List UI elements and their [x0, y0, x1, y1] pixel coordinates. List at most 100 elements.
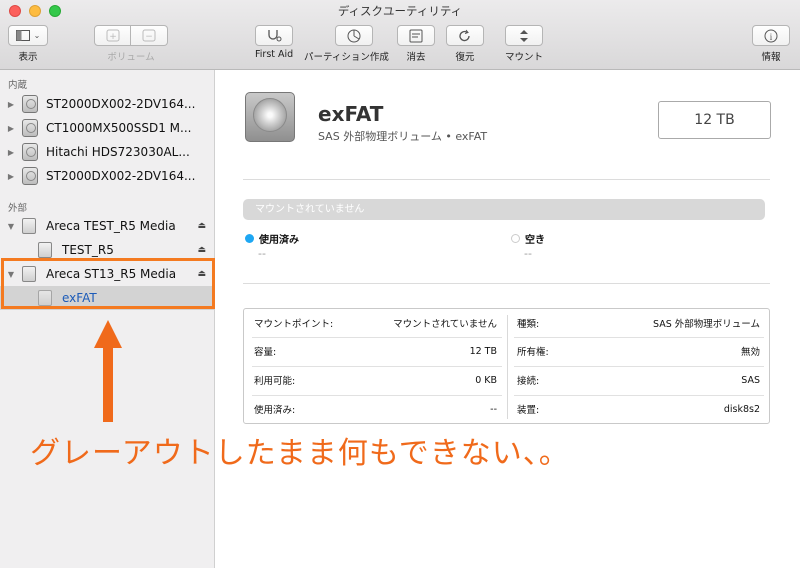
disk-label: Hitachi HDS723030AL... — [46, 145, 190, 159]
info-row-connection: 接続: SAS — [507, 366, 770, 394]
info-key: 所有権: — [517, 347, 549, 358]
internal-section-header: 内蔵 — [8, 80, 28, 91]
used-legend: 使用済み — [245, 231, 299, 246]
restore-button[interactable]: 復元 — [446, 25, 484, 63]
info-row-ownership: 所有権: 無効 — [507, 337, 770, 365]
eject-icon[interactable]: ⏏ — [197, 245, 206, 255]
disk-utility-window: ディスクユーティリティ ⌄ 表示 + − ボリューム First Aid パーテ… — [0, 0, 800, 568]
disk-label: ST2000DX002-2DV164... — [46, 97, 196, 111]
used-value: -- — [258, 247, 266, 260]
info-row-device: 装置: disk8s2 — [507, 395, 770, 423]
info-table: マウントポイント: マウントされていません 容量: 12 TB 利用可能: 0 … — [243, 308, 770, 424]
disclosure-triangle-icon[interactable]: ▶ — [0, 148, 22, 157]
hard-drive-icon — [245, 92, 295, 142]
erase-label: 消去 — [406, 52, 426, 63]
disclosure-triangle-icon[interactable]: ▶ — [0, 100, 22, 109]
stethoscope-icon — [268, 29, 282, 41]
disk-label: Areca TEST_R5 Media — [46, 219, 176, 233]
info-row-used: 使用済み: -- — [244, 395, 507, 423]
mount-button[interactable]: マウント — [505, 25, 543, 63]
eject-icon[interactable]: ⏏ — [197, 221, 206, 231]
sidebar-item-disk[interactable]: ▶ ST2000DX002-2DV164... — [0, 92, 214, 116]
view-button[interactable]: ⌄ 表示 — [8, 25, 48, 63]
disk-label: CT1000MX500SSD1 M... — [46, 121, 192, 135]
external-disk-icon — [22, 218, 36, 234]
info-icon: i — [764, 29, 778, 42]
add-volume-button[interactable]: + — [94, 25, 131, 46]
remove-volume-icon: − — [142, 29, 156, 42]
sidebar-item-disk[interactable]: ▶ CT1000MX500SSD1 M... — [0, 116, 214, 140]
window-title: ディスクユーティリティ — [337, 4, 463, 18]
info-row-mount-point: マウントポイント: マウントされていません — [244, 309, 507, 337]
used-color-swatch — [245, 234, 254, 243]
internal-disk-icon — [22, 95, 38, 113]
annotation-text: グレーアウトしたまま何もできない、。 — [30, 436, 570, 471]
capacity-badge: 12 TB — [658, 101, 771, 139]
info-value: 12 TB — [469, 345, 497, 357]
sidebar-icon — [15, 30, 30, 41]
info-value: SAS 外部物理ボリューム — [653, 319, 760, 330]
svg-text:−: − — [145, 32, 153, 42]
disclosure-triangle-icon[interactable]: ▼ — [0, 222, 22, 231]
info-key: 容量: — [254, 347, 277, 358]
partition-button[interactable]: パーティション作成 — [304, 25, 389, 63]
info-key: 接続: — [517, 376, 540, 387]
info-key: 使用済み: — [254, 405, 296, 416]
svg-text:i: i — [770, 32, 773, 42]
pie-partition-icon — [347, 29, 361, 42]
info-value: SAS — [741, 374, 760, 386]
info-row-available: 利用可能: 0 KB — [244, 366, 507, 394]
erase-button[interactable]: 消去 — [397, 25, 435, 63]
volume-icon — [38, 242, 52, 258]
restore-label: 復元 — [455, 52, 475, 63]
first-aid-button[interactable]: First Aid — [255, 25, 293, 60]
annotation-arrow — [94, 320, 122, 422]
annotation-highlight-box — [1, 258, 215, 309]
info-value: disk8s2 — [723, 403, 760, 415]
external-section-header: 外部 — [8, 203, 28, 214]
volume-button-group[interactable]: + − ボリューム — [94, 25, 168, 63]
volume-label: TEST_R5 — [62, 243, 114, 257]
divider — [243, 283, 770, 284]
info-key: 種類: — [517, 319, 540, 330]
info-key: マウントポイント: — [254, 319, 334, 330]
free-legend: 空き — [511, 231, 545, 246]
info-value: マウントされていません — [393, 319, 497, 330]
disclosure-triangle-icon[interactable]: ▶ — [0, 124, 22, 133]
volume-name: exFAT — [318, 102, 384, 126]
mount-icon — [520, 29, 528, 42]
mount-label: マウント — [505, 52, 544, 63]
info-key: 装置: — [517, 405, 540, 416]
erase-icon — [409, 29, 423, 42]
chevron-down-icon: ⌄ — [33, 31, 41, 40]
free-color-swatch — [511, 234, 520, 243]
svg-text:+: + — [109, 32, 117, 42]
info-row-type: 種類: SAS 外部物理ボリューム — [507, 309, 770, 337]
restore-icon — [459, 29, 470, 41]
title-bar: ディスクユーティリティ ⌄ 表示 + − ボリューム First Aid パーテ… — [0, 0, 800, 70]
usage-bar: マウントされていません — [243, 199, 765, 220]
info-label: 情報 — [761, 52, 781, 63]
disk-label: ST2000DX002-2DV164... — [46, 169, 196, 183]
free-label: 空き — [525, 235, 545, 246]
volume-subtitle: SAS 外部物理ボリューム • exFAT — [318, 130, 488, 143]
info-value: 0 KB — [475, 374, 497, 386]
divider — [243, 179, 770, 180]
internal-disk-icon — [22, 167, 38, 185]
view-label: 表示 — [18, 52, 38, 63]
internal-disk-icon — [22, 119, 38, 137]
info-button[interactable]: i 情報 — [752, 25, 790, 63]
sidebar-item-disk[interactable]: ▶ ST2000DX002-2DV164... — [0, 164, 214, 188]
internal-disk-icon — [22, 143, 38, 161]
remove-volume-button[interactable]: − — [131, 25, 168, 46]
first-aid-label: First Aid — [255, 49, 294, 60]
info-row-capacity: 容量: 12 TB — [244, 337, 507, 365]
add-volume-icon: + — [106, 29, 119, 42]
sidebar-item-disk[interactable]: ▶ Hitachi HDS723030AL... — [0, 140, 214, 164]
sidebar-item-external-disk[interactable]: ▼ Areca TEST_R5 Media ⏏ — [0, 214, 214, 238]
disclosure-triangle-icon[interactable]: ▶ — [0, 172, 22, 181]
free-value: -- — [524, 247, 532, 260]
partition-label: パーティション作成 — [304, 52, 389, 63]
used-label: 使用済み — [259, 235, 299, 246]
info-key: 利用可能: — [254, 376, 296, 387]
